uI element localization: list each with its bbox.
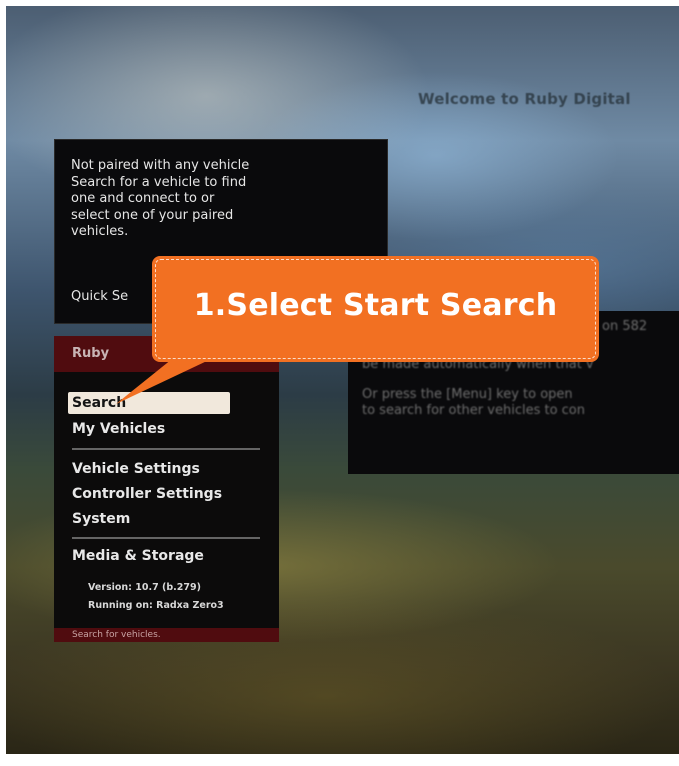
callout-pointer: [116, 351, 228, 404]
ruby-osd-screen: Welcome to Ruby Digital Not paired with …: [6, 6, 679, 754]
callout-text: 1.Select Start Search: [193, 288, 558, 323]
instruction-callout: 1.Select Start Search: [152, 256, 599, 362]
